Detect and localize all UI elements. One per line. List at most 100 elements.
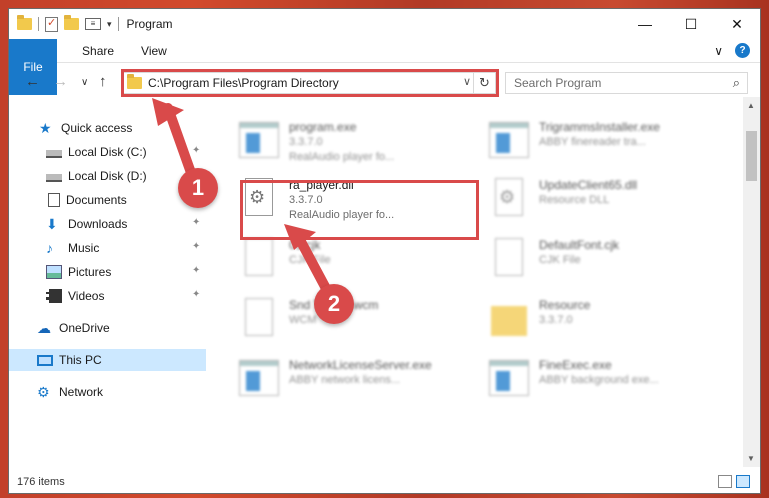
dll-icon (495, 178, 523, 216)
file-description: ABBY background exe... (539, 374, 659, 386)
expand-ribbon-chevron-icon[interactable]: ∨ (714, 44, 723, 58)
new-folder-icon[interactable] (64, 15, 79, 30)
navigation-bar: ← → ∨ ↑ C:\Program Files\Program Directo… (9, 67, 760, 97)
documents-icon (48, 193, 60, 207)
sidebar-item-downloads[interactable]: ⬇ Downloads ✦ (9, 213, 206, 235)
sidebar-item-quick-access[interactable]: ★ Quick access (9, 117, 206, 139)
view-options-icon[interactable]: ≡ (85, 18, 101, 30)
scroll-down-icon[interactable]: ▼ (747, 454, 755, 463)
toolbar-separator (38, 17, 39, 31)
sidebar-item-label: Network (59, 385, 104, 399)
pictures-icon (46, 265, 62, 279)
recent-locations-button[interactable]: ∨ (81, 77, 88, 88)
sidebar-item-music[interactable]: ♪ Music ✦ (9, 237, 206, 259)
sidebar-item-local-disk-c[interactable]: Local Disk (C:) ✦ (9, 141, 206, 163)
file-version: 3.3.7.0 (539, 314, 573, 326)
folder-icon (491, 306, 527, 336)
customize-toolbar-icon[interactable]: ▾ (107, 19, 112, 30)
sidebar-item-pictures[interactable]: Pictures ✦ (9, 261, 206, 283)
step-2-badge: 2 (314, 284, 354, 324)
properties-icon[interactable] (45, 16, 58, 32)
step-1-badge: 1 (178, 168, 218, 208)
address-highlight-box (121, 69, 499, 97)
file-version: 3.3.7.0 (289, 136, 323, 148)
tab-share[interactable]: Share (68, 39, 127, 62)
search-box[interactable]: Search Program ⌕ (505, 72, 748, 94)
file-type: Resource DLL (539, 194, 610, 206)
file-item[interactable]: program.exe 3.3.7.0 RealAudio player fo.… (229, 114, 469, 170)
sidebar-item-network[interactable]: ⚙ Network (9, 381, 206, 403)
file-name: 01.cjk (289, 238, 321, 252)
vertical-scrollbar[interactable]: ▲ ▼ (743, 97, 760, 467)
exe-icon (239, 360, 279, 396)
details-view-icon[interactable] (718, 475, 732, 488)
search-input[interactable]: Search Program (514, 76, 601, 90)
tab-view[interactable]: View (127, 39, 180, 62)
sidebar-item-label: This PC (59, 353, 102, 367)
file-name: DefaultFont.cjk (539, 238, 620, 252)
this-pc-icon (37, 354, 53, 366)
ribbon-tabs: File Home Share View ∨ ? (9, 39, 760, 95)
search-icon: ⌕ (732, 75, 740, 90)
pin-icon: ✦ (192, 145, 201, 156)
file-type: WCM (289, 314, 317, 326)
tiles-view-icon[interactable] (736, 475, 750, 488)
pin-icon: ✦ (192, 289, 201, 300)
file-item[interactable]: UpdateClient65.dll Resource DLL (479, 172, 719, 228)
drive-icon (46, 149, 62, 158)
pin-icon: ✦ (192, 241, 201, 252)
back-button[interactable]: ← (25, 73, 40, 90)
sidebar-item-label: Quick access (61, 121, 133, 135)
file-icon (245, 238, 273, 276)
scroll-up-icon[interactable]: ▲ (747, 101, 755, 110)
exe-icon (489, 122, 529, 158)
forward-button[interactable]: → (53, 73, 68, 90)
quick-access-toolbar: ≡ ▾ (9, 15, 119, 32)
minimize-button[interactable]: — (622, 9, 668, 39)
file-explorer-window: ≡ ▾ Program — ☐ ✕ File Home Share View ∨… (8, 8, 761, 494)
file-name: FineExec.exe (539, 358, 612, 372)
navigation-pane: ★ Quick access Local Disk (C:) ✦ Local D… (9, 113, 206, 453)
file-name: TrigrammsInstaller.exe (539, 120, 660, 134)
file-description: RealAudio player fo... (289, 151, 395, 163)
sidebar-item-onedrive[interactable]: ☁ OneDrive (9, 317, 206, 339)
sidebar-item-videos[interactable]: Videos ✦ (9, 285, 206, 307)
file-item[interactable]: NetworkLicenseServer.exe ABBY network li… (229, 352, 469, 408)
sidebar-item-this-pc[interactable]: This PC (9, 349, 206, 371)
sidebar-item-local-disk-d[interactable]: Local Disk (D:) (9, 165, 206, 187)
close-button[interactable]: ✕ (714, 9, 760, 39)
file-item[interactable]: Resource 3.3.7.0 (479, 292, 719, 348)
file-name: program.exe (289, 120, 357, 134)
status-bar: 176 items (9, 471, 760, 493)
sidebar-item-label: Pictures (68, 265, 112, 279)
file-type: CJK File (539, 254, 581, 266)
file-item[interactable]: FineExec.exe ABBY background exe... (479, 352, 719, 408)
file-description: ABBY network licens... (289, 374, 401, 386)
file-type: CJK File (289, 254, 331, 266)
file-item[interactable]: 01.cjk CJK File (229, 232, 469, 288)
file-item[interactable]: DefaultFont.cjk CJK File (479, 232, 719, 288)
file-description: ABBY finereader tra... (539, 136, 646, 148)
folder-icon (17, 15, 32, 30)
pin-icon: ✦ (192, 265, 201, 276)
sidebar-item-label: Videos (68, 289, 105, 303)
help-icon[interactable]: ? (735, 43, 750, 58)
sidebar-item-label: Downloads (68, 217, 128, 231)
file-icon (495, 238, 523, 276)
sidebar-item-documents[interactable]: Documents ✦ (9, 189, 206, 211)
item-count: 176 items (17, 476, 65, 488)
sidebar-item-label: Local Disk (D:) (68, 169, 147, 183)
file-item[interactable]: TrigrammsInstaller.exe ABBY finereader t… (479, 114, 719, 170)
drive-icon (46, 173, 62, 182)
window-controls: — ☐ ✕ (622, 9, 760, 39)
up-button[interactable]: ↑ (99, 73, 107, 90)
downloads-icon: ⬇ (46, 216, 58, 232)
scroll-thumb[interactable] (746, 131, 757, 181)
exe-icon (239, 122, 279, 158)
pin-icon: ✦ (192, 217, 201, 228)
sidebar-item-label: Music (68, 241, 100, 255)
file-name: NetworkLicenseServer.exe (289, 358, 432, 372)
title-bar: ≡ ▾ Program — ☐ ✕ (9, 9, 760, 39)
file-list: program.exe 3.3.7.0 RealAudio player fo.… (224, 109, 744, 469)
maximize-button[interactable]: ☐ (668, 9, 714, 39)
